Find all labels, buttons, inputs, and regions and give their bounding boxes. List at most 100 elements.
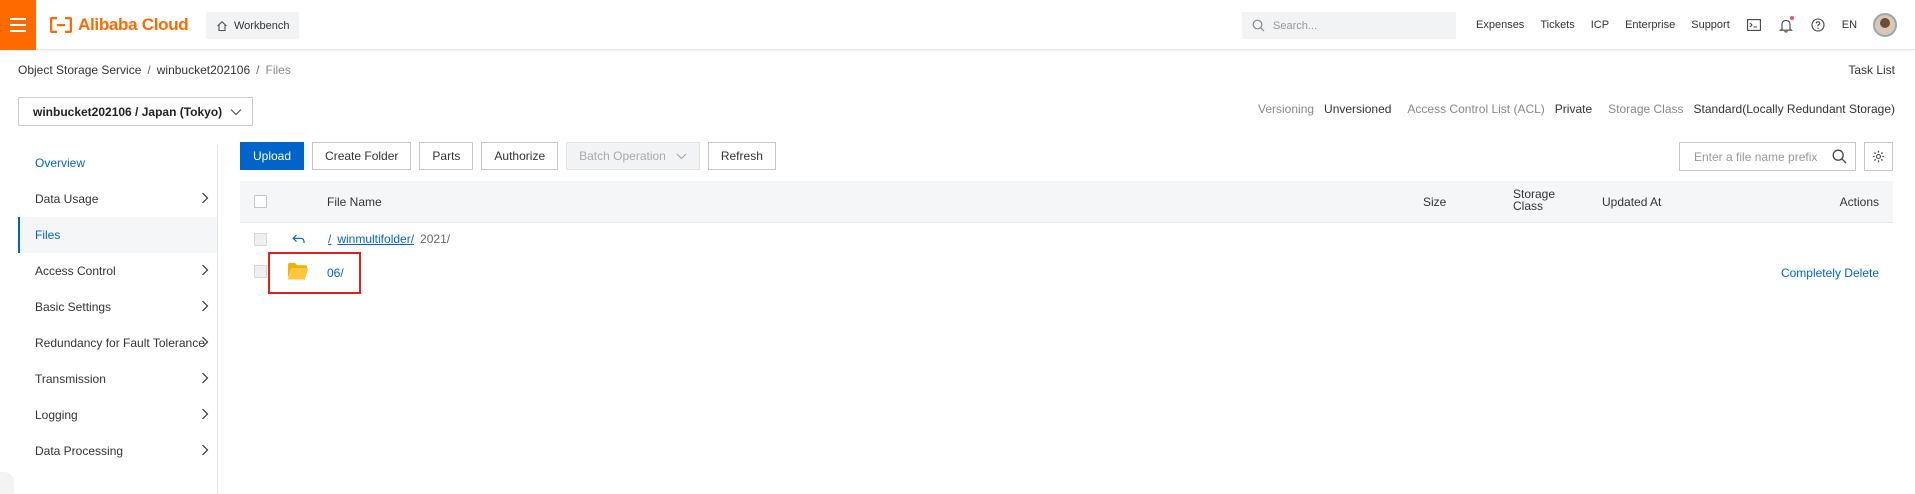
annotation-highlight-box <box>268 252 361 294</box>
parts-button[interactable]: Parts <box>419 142 474 170</box>
file-toolbar: Upload Create Folder Parts Authorize Bat… <box>240 142 776 170</box>
sidebar-item-label: Transmission <box>35 372 106 386</box>
breadcrumb-bucket[interactable]: winbucket202106 <box>157 63 250 77</box>
acl-value: Private <box>1554 102 1593 116</box>
bucket-info: Versioning Unversioned Access Control Lis… <box>1258 102 1895 116</box>
help-icon[interactable] <box>1810 17 1826 33</box>
home-icon <box>217 20 227 31</box>
search-icon[interactable] <box>1832 149 1847 164</box>
global-search-placeholder: Search... <box>1273 19 1318 32</box>
sidebar-item-redundancy[interactable]: Redundancy for Fault Tolerance <box>18 325 217 361</box>
alibaba-cloud-logo-icon <box>50 17 72 33</box>
nav-tickets[interactable]: Tickets <box>1540 19 1574 31</box>
notification-bell-icon[interactable] <box>1778 16 1794 33</box>
file-search-placeholder: Enter a file name prefix <box>1694 149 1818 164</box>
path-navigation-row: / winmultifolder/ 2021/ <box>240 223 1893 257</box>
completely-delete-link[interactable]: Completely Delete <box>1781 266 1879 280</box>
global-search-input[interactable]: Search... <box>1242 12 1456 39</box>
top-bar: Alibaba Cloud Workbench Search... Expens… <box>0 0 1915 50</box>
sidebar-item-overview[interactable]: Overview <box>18 145 217 181</box>
sidebar-item-files[interactable]: Files <box>18 217 217 253</box>
column-storage-class-line2: Class <box>1513 199 1544 213</box>
column-file-name[interactable]: File Name <box>327 195 382 209</box>
user-avatar[interactable] <box>1873 13 1898 37</box>
column-updated-at[interactable]: Updated At <box>1602 195 1661 209</box>
top-nav: Expenses Tickets ICP Enterprise Support … <box>1476 0 1898 50</box>
storage-class-value: Standard(Locally Redundant Storage) <box>1693 102 1895 116</box>
path-breadcrumb: / winmultifolder/ 2021/ <box>328 232 450 246</box>
chevron-right-icon <box>202 300 209 312</box>
hamburger-menu-button[interactable] <box>0 0 36 50</box>
sidebar-item-data-usage[interactable]: Data Usage <box>18 181 217 217</box>
decorative-corner <box>0 472 14 494</box>
sidebar-item-label: Access Control <box>35 264 116 278</box>
breadcrumb-files: Files <box>265 63 291 77</box>
terminal-icon[interactable] <box>1746 17 1762 33</box>
gear-icon <box>1872 150 1885 163</box>
refresh-button[interactable]: Refresh <box>707 142 776 170</box>
nav-support[interactable]: Support <box>1691 19 1730 31</box>
sidebar-item-label: Files <box>35 228 61 242</box>
row-checkbox[interactable] <box>254 265 267 278</box>
sidebar-item-basic-settings[interactable]: Basic Settings <box>18 289 217 325</box>
sidebar-item-data-processing[interactable]: Data Processing <box>18 433 217 469</box>
nav-expenses[interactable]: Expenses <box>1476 19 1524 31</box>
chevron-right-icon <box>202 336 209 348</box>
batch-operation-label: Batch Operation <box>579 149 666 163</box>
breadcrumb-separator: / <box>256 63 260 77</box>
column-actions: Actions <box>1839 195 1879 209</box>
back-arrow-icon[interactable] <box>292 234 305 244</box>
chevron-down-icon <box>676 153 687 159</box>
nav-icp[interactable]: ICP <box>1591 19 1609 31</box>
table-settings-button[interactable] <box>1864 142 1893 171</box>
table-row[interactable]: 06/ Completely Delete <box>240 257 1893 291</box>
acl-label: Access Control List (ACL) <box>1407 102 1545 116</box>
versioning-value: Unversioned <box>1324 102 1392 116</box>
column-storage-class[interactable]: Storage Class <box>1513 188 1555 212</box>
authorize-button[interactable]: Authorize <box>481 142 559 170</box>
sidebar-item-label: Data Processing <box>35 444 124 458</box>
versioning-label: Versioning <box>1258 102 1315 116</box>
sidebar-item-transmission[interactable]: Transmission <box>18 361 217 397</box>
sidebar-item-label: Logging <box>35 408 78 422</box>
select-all-checkbox[interactable] <box>254 195 267 208</box>
batch-operation-button[interactable]: Batch Operation <box>566 142 700 170</box>
sidebar: Overview Data Usage Files Access Control… <box>18 145 218 494</box>
chevron-down-icon <box>230 108 242 115</box>
bucket-selector[interactable]: winbucket202106 / Japan (Tokyo) <box>18 97 253 126</box>
chevron-right-icon <box>202 264 209 276</box>
notification-dot <box>1789 16 1794 20</box>
sidebar-item-access-control[interactable]: Access Control <box>18 253 217 289</box>
path-current: 2021/ <box>420 232 451 246</box>
workbench-button[interactable]: Workbench <box>206 12 300 39</box>
acl-info: Access Control List (ACL) Private <box>1407 102 1592 116</box>
brand-logo[interactable]: Alibaba Cloud <box>50 15 189 35</box>
sidebar-item-logging[interactable]: Logging <box>18 397 217 433</box>
breadcrumb-separator: / <box>147 63 151 77</box>
sidebar-item-label: Redundancy for Fault Tolerance <box>35 336 205 350</box>
chevron-right-icon <box>202 372 209 384</box>
chevron-right-icon <box>202 192 209 204</box>
create-folder-button[interactable]: Create Folder <box>312 142 412 170</box>
sidebar-item-label: Data Usage <box>35 192 99 206</box>
row-checkbox <box>254 233 267 246</box>
language-switch[interactable]: EN <box>1842 19 1857 31</box>
workbench-label: Workbench <box>234 19 290 32</box>
file-prefix-search-input[interactable]: Enter a file name prefix <box>1679 142 1856 171</box>
path-folder-link[interactable]: winmultifolder/ <box>337 232 414 246</box>
column-size[interactable]: Size <box>1423 195 1446 209</box>
breadcrumb-oss[interactable]: Object Storage Service <box>18 63 141 77</box>
breadcrumb: Object Storage Service / winbucket202106… <box>18 63 291 77</box>
file-table-header: File Name Size Storage Class Updated At … <box>240 181 1893 223</box>
path-root-link[interactable]: / <box>328 232 331 246</box>
sidebar-item-label: Overview <box>35 156 86 170</box>
storage-class-label: Storage Class <box>1608 102 1684 116</box>
chevron-right-icon <box>202 444 209 456</box>
nav-enterprise[interactable]: Enterprise <box>1625 19 1675 31</box>
search-icon <box>1252 19 1265 32</box>
versioning-info: Versioning Unversioned <box>1258 102 1391 116</box>
upload-button[interactable]: Upload <box>240 142 305 170</box>
bucket-selector-value: winbucket202106 / Japan (Tokyo) <box>33 104 223 119</box>
task-list-link[interactable]: Task List <box>1848 63 1895 77</box>
sidebar-item-label: Basic Settings <box>35 300 112 314</box>
